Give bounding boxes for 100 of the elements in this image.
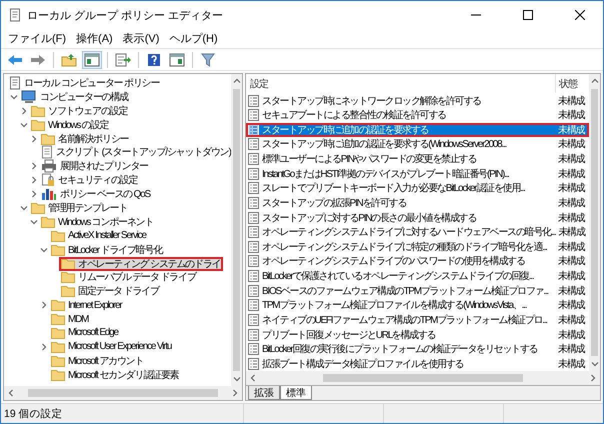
horizontal-scrollbar[interactable] [246,371,600,385]
setting-state: 未構成 [557,358,586,371]
vertical-scrollbar[interactable] [231,74,242,386]
setting-state: 未構成 [557,240,586,254]
setting-row[interactable]: スタートアップ時にネットワーク ロック解除を許可する 未構成 [246,93,589,108]
folder-icon [31,202,45,214]
folder-icon [51,230,65,242]
setting-row[interactable]: セキュア ブートによる整合性の検証を許可する 未構成 [246,108,589,122]
tree-item[interactable]: リムーバブル データ ドライブ [59,270,199,284]
setting-row[interactable]: ネイティブの UEFI ファームウェア構成の TPM プラットフォーム検証プロ... 未構成 [246,312,589,328]
setting-state: 未構成 [557,138,586,152]
setting-row[interactable]: BitLocker 回復の実行後にプラットフォームの検証データをリセットする 未構成 [246,342,589,356]
setting-row[interactable]: InstantGo または HSTI 準拠のデバイスがプレブート暗証番号 (PIN) ... 未構成 [246,166,589,181]
tree-item[interactable]: コンピューターの構成 [19,90,132,104]
toolbar-button[interactable] [82,50,102,68]
setting-name: 標準ユーザーによる PIN やパスワードの変更を禁止する [262,152,476,166]
chevron-down-icon[interactable] [590,360,598,368]
document-icon [248,182,259,194]
document-icon [248,299,259,312]
setting-row[interactable]: オペレーティング システム ドライブに対するハードウェア ベースの暗号化... 未構成 [246,224,589,240]
document-icon [248,168,259,180]
tree-item[interactable]: オペレーティング システムのドライ [59,256,224,271]
panel-layout-icon [84,52,100,66]
view-tab[interactable]: 拡張 [248,386,280,400]
chevron-up-icon[interactable] [232,77,240,85]
folder-icon [41,132,55,145]
chevron-left-icon[interactable] [249,374,257,382]
setting-name: プリブート回復メッセージと URL を構成する [262,328,436,342]
folder-icon [51,244,65,256]
tree-item[interactable]: 固定データ ドライブ [59,284,162,298]
column-header[interactable]: 設定 [246,74,555,94]
setting-row[interactable]: プリブート回復メッセージと URL を構成する 未構成 [246,327,589,342]
chevron-right-icon[interactable] [20,106,28,115]
tree-item[interactable]: ActiveX Installer Service [49,228,149,243]
tree-item[interactable]: セキュリティの設定 [39,173,140,188]
tree-item[interactable]: Microsoft User Experience Virtu [49,340,174,354]
tree-item[interactable]: BitLocker ドライブ暗号化 [49,242,166,257]
chevron-down-icon[interactable] [20,120,28,129]
tree-item[interactable]: 名前解決ポリシー [39,132,132,146]
folder-icon [51,368,65,381]
chevron-up-icon[interactable] [590,77,598,85]
folder-icon [61,285,75,298]
chevron-right-icon[interactable] [40,301,48,310]
tree-item[interactable]: ソフトウェアの設定 [29,104,130,118]
menu-item[interactable]: ファイル(F) [3,30,72,48]
close-icon [575,10,585,20]
tree-item[interactable]: Windows の設定 [29,118,112,132]
chevron-right-icon[interactable] [231,389,239,397]
horizontal-scrollbar[interactable] [4,386,242,400]
chevron-right-icon[interactable] [30,134,38,142]
tree-item[interactable]: MDM [49,312,92,326]
document-icon [248,255,259,268]
tree-item[interactable]: スクリプト (スタートアップ/シャットダウン) [39,145,231,160]
folder-icon [51,299,65,312]
tree-item[interactable]: 管理用テンプレート [29,200,130,215]
menu-item[interactable]: ヘルプ(H) [164,30,223,48]
chevron-left-icon[interactable] [7,389,15,397]
tree-item[interactable]: 展開されたプリンター [39,159,152,174]
printer-icon [41,159,57,174]
setting-row[interactable]: TPM プラットフォーム検証プロファイルを構成する (Windows Vista、... 未構成 [246,298,589,313]
menu-item[interactable]: 操作(A) [71,30,118,48]
tree-item[interactable]: Windows コンポーネント [39,214,156,229]
setting-row[interactable]: スタートアップ時に追加の認証を要求する 未構成 [246,122,589,138]
setting-row[interactable]: スタートアップ時に追加の認証を要求する (Windows Server 2008 ... 未構成 [246,137,589,152]
setting-row[interactable]: スタートアップの拡張 PIN を許可する 未構成 [246,196,589,210]
status-text: 19 個の設定 [3,406,64,420]
document-icon [248,358,259,370]
setting-row[interactable]: 拡張ブート構成データ検証プロファイルを使用する 未構成 [246,356,589,372]
filter-icon [201,52,215,66]
setting-state: 未構成 [557,108,586,122]
chevron-down-icon[interactable] [232,375,240,383]
toolbar-button[interactable] [198,50,218,68]
vertical-scrollbar[interactable] [589,74,600,371]
setting-row[interactable]: スレートでプリブート キーボード入力が必要な BitLocker 認証を使用... 未構成 [246,181,589,196]
setting-state: 未構成 [557,298,586,312]
setting-row[interactable]: 標準ユーザーによる PIN やパスワードの変更を禁止する 未構成 [246,152,589,166]
tree-item[interactable]: ローカル コンピューター ポリシー [7,76,162,90]
toolbar-button[interactable] [113,50,133,68]
menu-item[interactable]: 表示(V) [118,30,164,48]
tree-item[interactable]: Microsoft Edge [49,326,121,340]
setting-row[interactable]: BitLocker で保護されているオペレーティング システム ドライブの回復... 未構成 [246,268,589,284]
setting-row[interactable]: オペレーティング システム ドライブに特定の種類のドライブ暗号化を適... 未構成 [246,240,589,254]
chevron-right-icon[interactable] [40,342,48,351]
chevron-right-icon[interactable] [589,374,597,382]
setting-row[interactable]: オペレーティング システム ドライブのパスワードの使用を構成する 未構成 [246,254,589,269]
view-tab[interactable]: 標準 [280,386,312,400]
tree-item[interactable]: Internet Explorer [49,298,125,312]
document-icon [248,226,259,238]
document-icon [248,240,259,253]
chevron-down-icon[interactable] [40,246,48,254]
setting-state: 未構成 [557,342,586,356]
document-icon [248,284,259,297]
tree-item[interactable]: Microsoft アカウント [49,354,146,368]
tree-item[interactable]: ポリシー ベースの QoS [39,187,153,202]
tree-item[interactable]: Microsoft セカンダリ認証要素 [49,368,182,382]
setting-row[interactable]: BIOS ベースのファームウェア構成の TPM プラットフォーム検証プロファ... 未構成 [246,283,589,298]
toolbar-button[interactable] [167,50,187,68]
chevron-down-icon[interactable] [10,92,18,101]
setting-row[interactable]: スタートアップに対する PIN の長さの最小値を構成する 未構成 [246,210,589,225]
document-icon [248,343,259,356]
